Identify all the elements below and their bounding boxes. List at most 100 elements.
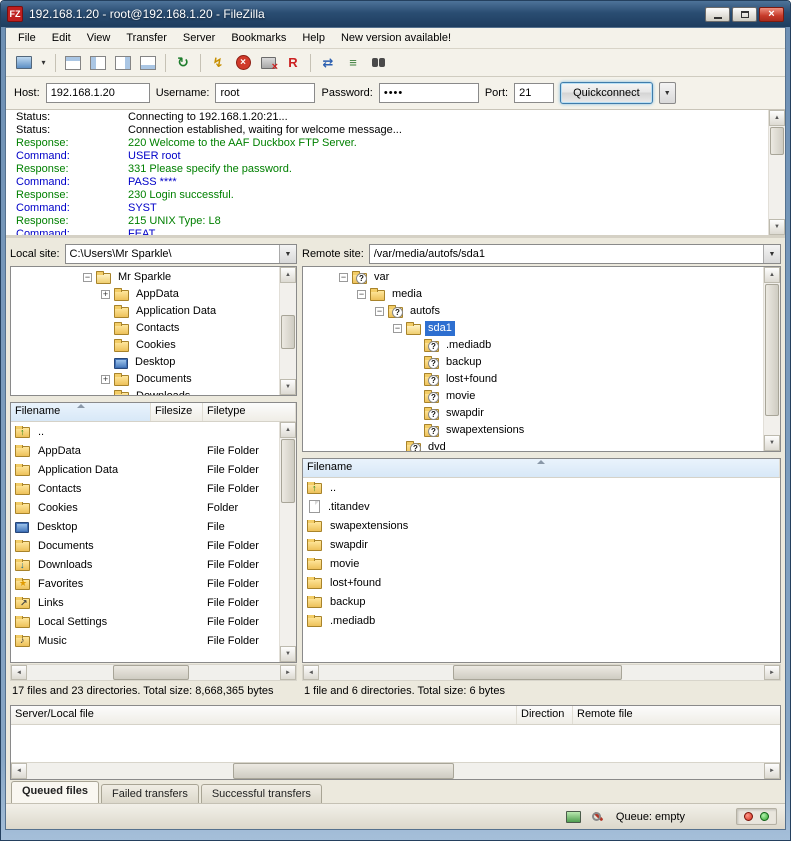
scroll-up-icon[interactable]: ▲ (280, 422, 296, 438)
menu-item-file[interactable]: File (10, 29, 44, 47)
scroll-left-icon[interactable]: ◄ (11, 665, 27, 680)
column-header-filename[interactable]: Filename (11, 403, 151, 421)
log-scrollbar[interactable]: ▲ ▼ (768, 110, 785, 235)
find-files-button[interactable] (366, 52, 390, 74)
local-hscrollbar[interactable]: ◄ ► (10, 664, 297, 681)
file-row-documents[interactable]: DocumentsFile Folder (11, 536, 279, 555)
queue-column-server-local-file[interactable]: Server/Local file (11, 706, 517, 724)
directory-comparison-button[interactable] (316, 52, 340, 74)
tree-item-lost-found[interactable]: lost+found (303, 371, 763, 388)
column-header-filetype[interactable]: Filetype (203, 403, 296, 421)
tree-item-contacts[interactable]: Contacts (11, 320, 279, 337)
scroll-thumb[interactable] (113, 665, 189, 680)
scroll-down-icon[interactable]: ▼ (764, 435, 780, 451)
menu-item-help[interactable]: Help (294, 29, 333, 47)
menu-item-server[interactable]: Server (175, 29, 223, 47)
toggle-local-tree-button[interactable] (86, 52, 110, 74)
scroll-track[interactable] (27, 665, 280, 680)
local-tree-scrollbar[interactable]: ▲ ▼ (279, 267, 296, 395)
minus-expander-icon[interactable]: − (83, 273, 92, 282)
toggle-queue-button[interactable] (136, 52, 160, 74)
column-header-filesize[interactable]: Filesize (151, 403, 203, 421)
minus-expander-icon[interactable]: − (393, 324, 402, 333)
menu-item-edit[interactable]: Edit (44, 29, 79, 47)
tree-item-var[interactable]: −var (303, 269, 763, 286)
scroll-thumb[interactable] (453, 665, 622, 680)
minus-expander-icon[interactable]: − (339, 273, 348, 282)
tree-item-desktop[interactable]: Desktop (11, 354, 279, 371)
file-row-links[interactable]: LinksFile Folder (11, 593, 279, 612)
scroll-track[interactable] (27, 763, 764, 779)
scroll-thumb[interactable] (233, 763, 454, 779)
file-row-movie[interactable]: movie (303, 554, 780, 573)
tree-item-appdata[interactable]: +AppData (11, 286, 279, 303)
tree-item-sda1[interactable]: −sda1 (303, 320, 763, 337)
file-row-contacts[interactable]: ContactsFile Folder (11, 479, 279, 498)
scroll-thumb[interactable] (281, 439, 295, 503)
scroll-thumb[interactable] (765, 284, 779, 416)
app-icon[interactable]: FZ (7, 6, 23, 22)
toggle-log-button[interactable] (61, 52, 85, 74)
tree-item-cookies[interactable]: Cookies (11, 337, 279, 354)
column-header-filename[interactable]: Filename (303, 459, 780, 477)
file-row-titandev[interactable]: .titandev (303, 497, 780, 516)
file-row-desktop[interactable]: DesktopFile (11, 517, 279, 536)
plus-expander-icon[interactable]: + (101, 375, 110, 384)
menu-item-view[interactable]: View (79, 29, 119, 47)
file-row-swapdir[interactable]: swapdir (303, 535, 780, 554)
scroll-left-icon[interactable]: ◄ (11, 763, 27, 779)
username-input[interactable] (215, 83, 315, 103)
plus-expander-icon[interactable]: + (101, 290, 110, 299)
scroll-down-icon[interactable]: ▼ (280, 379, 296, 395)
process-queue-button[interactable] (206, 52, 230, 74)
tree-item-documents[interactable]: +Documents (11, 371, 279, 388)
tab-queued-files[interactable]: Queued files (11, 781, 99, 803)
file-row-up[interactable]: .. (303, 478, 780, 497)
tree-item-swapdir[interactable]: swapdir (303, 405, 763, 422)
close-button[interactable]: × (759, 7, 784, 22)
queue-column-remote-file[interactable]: Remote file (573, 706, 780, 724)
tree-item-downloads[interactable]: Downloads (11, 388, 279, 395)
file-row-cookies[interactable]: CookiesFolder (11, 498, 279, 517)
chevron-down-icon[interactable]: ▼ (279, 245, 296, 263)
local-list-scrollbar[interactable]: ▲ ▼ (279, 422, 296, 662)
file-row-up[interactable]: .. (11, 422, 279, 441)
remote-tree-scrollbar[interactable]: ▲ ▼ (763, 267, 780, 451)
password-input[interactable] (379, 83, 479, 103)
tab-successful-transfers[interactable]: Successful transfers (201, 784, 322, 803)
file-row-application-data[interactable]: Application DataFile Folder (11, 460, 279, 479)
local-site-combo[interactable]: C:\Users\Mr Sparkle\ ▼ (65, 244, 297, 264)
tree-item-movie[interactable]: movie (303, 388, 763, 405)
scroll-down-icon[interactable]: ▼ (280, 646, 296, 662)
scroll-right-icon[interactable]: ► (280, 665, 296, 680)
quickconnect-dropdown[interactable]: ▼ (659, 82, 676, 104)
chevron-down-icon[interactable]: ▼ (763, 245, 780, 263)
tab-failed-transfers[interactable]: Failed transfers (101, 784, 199, 803)
scroll-track[interactable] (319, 665, 764, 680)
file-row-local-settings[interactable]: Local SettingsFile Folder (11, 612, 279, 631)
scroll-thumb[interactable] (770, 127, 784, 155)
site-manager-button[interactable] (12, 52, 36, 74)
cancel-button[interactable] (231, 52, 255, 74)
disconnect-button[interactable] (256, 52, 280, 74)
host-input[interactable] (46, 83, 150, 103)
file-row-favorites[interactable]: FavoritesFile Folder (11, 574, 279, 593)
refresh-button[interactable] (171, 52, 195, 74)
monitor-icon[interactable] (566, 810, 582, 824)
scroll-up-icon[interactable]: ▲ (280, 267, 296, 283)
reconnect-button[interactable] (281, 52, 305, 74)
tree-item-mediadb[interactable]: .mediadb (303, 337, 763, 354)
remote-site-combo[interactable]: /var/media/autofs/sda1 ▼ (369, 244, 781, 264)
scroll-right-icon[interactable]: ► (764, 763, 780, 779)
scroll-left-icon[interactable]: ◄ (303, 665, 319, 680)
menu-item-new-version-available[interactable]: New version available! (333, 29, 459, 47)
scroll-right-icon[interactable]: ► (764, 665, 780, 680)
file-row-music[interactable]: MusicFile Folder (11, 631, 279, 650)
file-row-lost-found[interactable]: lost+found (303, 573, 780, 592)
port-input[interactable] (514, 83, 554, 103)
tree-item-application-data[interactable]: Application Data (11, 303, 279, 320)
queue-column-direction[interactable]: Direction (517, 706, 573, 724)
file-row-downloads[interactable]: DownloadsFile Folder (11, 555, 279, 574)
tree-item-autofs[interactable]: −autofs (303, 303, 763, 320)
quickconnect-button[interactable]: Quickconnect (560, 82, 653, 104)
